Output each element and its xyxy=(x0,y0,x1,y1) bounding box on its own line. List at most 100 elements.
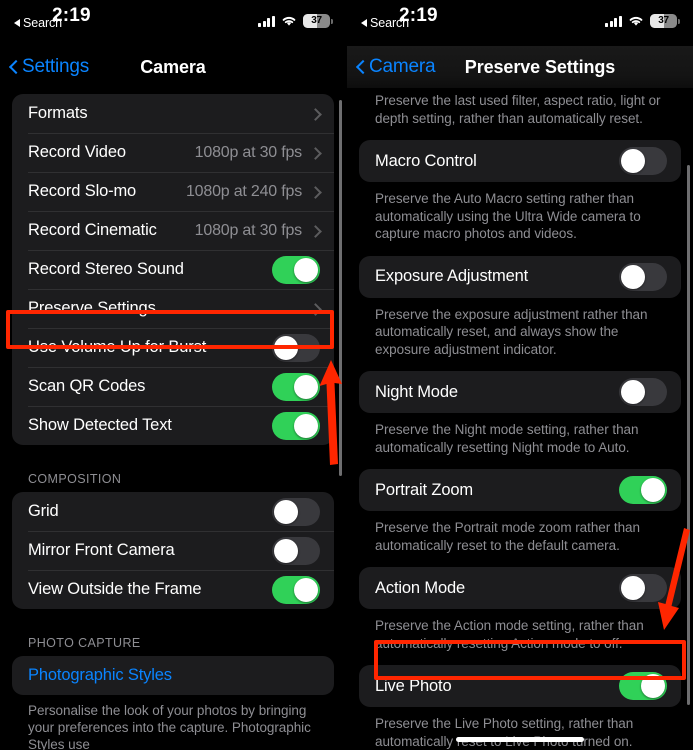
wifi-icon xyxy=(281,15,297,27)
row-label: Photographic Styles xyxy=(28,666,172,684)
back-button-label: Settings xyxy=(22,56,90,77)
row-label: Formats xyxy=(28,104,88,122)
chevron-right-icon xyxy=(311,146,320,160)
row-view-outside-the-frame[interactable]: View Outside the Frame xyxy=(12,570,334,609)
scrollbar-right[interactable] xyxy=(687,165,690,705)
photo-capture-footnote: Personalise the look of your photos by b… xyxy=(28,703,311,750)
row-label: Preserve Settings xyxy=(28,299,156,317)
toggle-knob xyxy=(641,478,665,502)
battery-icon: 37 xyxy=(303,14,334,28)
row-record-video[interactable]: Record Video 1080p at 30 fps xyxy=(12,133,334,172)
row-label: Record Stereo Sound xyxy=(28,260,184,278)
toggle-exposure-adjustment[interactable] xyxy=(619,262,667,291)
scrollbar-left[interactable] xyxy=(339,100,342,476)
status-bar-left: Search 2:19 37 xyxy=(0,0,346,46)
chevron-right-icon xyxy=(311,185,320,199)
row-label: Night Mode xyxy=(375,382,458,401)
row-label: Use Volume Up for Burst xyxy=(28,338,207,356)
toggle-grid[interactable] xyxy=(272,497,320,526)
row-scan-qr-codes[interactable]: Scan QR Codes xyxy=(12,367,334,406)
row-label: Record Video xyxy=(28,143,126,161)
row-label: Live Photo xyxy=(375,676,452,695)
description-live-photo: Preserve the Live Photo setting, rather … xyxy=(375,716,634,749)
panel-divider xyxy=(346,0,347,750)
row-mirror-front-camera[interactable]: Mirror Front Camera xyxy=(12,531,334,570)
right-scroll-body[interactable]: Preserve the last used filter, aspect ra… xyxy=(347,88,693,750)
description-portrait-zoom: Preserve the Portrait mode zoom rather t… xyxy=(375,520,640,553)
description-macro-control: Preserve the Auto Macro setting rather t… xyxy=(375,191,641,241)
row-photographic-styles[interactable]: Photographic Styles xyxy=(12,656,334,695)
toggle-portrait-zoom[interactable] xyxy=(619,476,667,504)
group-live-photo: Live Photo xyxy=(359,665,681,707)
row-label: Scan QR Codes xyxy=(28,377,146,395)
back-button-label: Camera xyxy=(369,56,436,77)
description-exposure-adjustment: Preserve the exposure adjustment rather … xyxy=(375,306,648,357)
nav-bar-left: Settings Camera xyxy=(0,46,346,88)
toggle-night-mode[interactable] xyxy=(619,378,667,406)
row-record-stereo-sound[interactable]: Record Stereo Sound xyxy=(12,250,334,289)
row-label: Grid xyxy=(28,502,59,520)
row-formats[interactable]: Formats xyxy=(12,94,334,133)
description-preserve-settings-intro: Preserve the last used filter, aspect ra… xyxy=(375,93,661,126)
row-use-volume-up-for-burst[interactable]: Use Volume Up for Burst xyxy=(12,328,334,367)
home-indicator xyxy=(456,737,584,742)
back-button-settings[interactable]: Settings xyxy=(9,56,89,78)
status-bar-clock: 2:19 xyxy=(52,5,91,26)
toggle-scan-qr-codes[interactable] xyxy=(272,372,320,401)
status-bar-right: Search 2:19 37 xyxy=(347,0,693,46)
row-label: View Outside the Frame xyxy=(28,580,202,598)
toggle-use-volume-up-for-burst[interactable] xyxy=(272,333,320,362)
toggle-action-mode[interactable] xyxy=(619,574,667,602)
row-label: Record Slo-mo xyxy=(28,182,137,200)
row-portrait-zoom[interactable]: Portrait Zoom xyxy=(359,469,681,511)
toggle-knob xyxy=(294,374,318,399)
toggle-live-photo[interactable] xyxy=(619,672,667,700)
group-action-mode: Action Mode xyxy=(359,567,681,609)
row-label: Macro Control xyxy=(375,151,477,170)
row-label: Show Detected Text xyxy=(28,416,172,434)
battery-level-label: 37 xyxy=(658,15,669,26)
group-portrait-zoom: Portrait Zoom xyxy=(359,469,681,511)
toggle-mirror-front-camera[interactable] xyxy=(272,536,320,565)
row-preserve-settings[interactable]: Preserve Settings xyxy=(12,289,334,328)
left-phone-screen: Search 2:19 37 Settings Camera Formats R… xyxy=(0,0,346,750)
wifi-icon xyxy=(628,15,644,27)
row-grid[interactable]: Grid xyxy=(12,492,334,531)
row-live-photo[interactable]: Live Photo xyxy=(359,665,681,707)
signal-bars-icon xyxy=(605,15,622,27)
row-value: 1080p at 30 fps xyxy=(194,143,303,161)
row-label: Action Mode xyxy=(375,578,466,597)
row-value: 1080p at 30 fps xyxy=(194,221,303,239)
row-record-cinematic[interactable]: Record Cinematic 1080p at 30 fps xyxy=(12,211,334,250)
dual-screenshot-comparison: Search 2:19 37 Settings Camera Formats R… xyxy=(0,0,693,750)
row-show-detected-text[interactable]: Show Detected Text xyxy=(12,406,334,445)
description-night-mode: Preserve the Night mode setting, rather … xyxy=(375,422,639,455)
back-button-camera[interactable]: Camera xyxy=(356,56,436,78)
description-action-mode: Preserve the Action mode setting, rather… xyxy=(375,618,644,651)
toggle-view-outside-the-frame[interactable] xyxy=(272,575,320,604)
group-exposure-adjustment: Exposure Adjustment xyxy=(359,255,681,298)
row-action-mode[interactable]: Action Mode xyxy=(359,567,681,609)
toggle-knob xyxy=(621,149,645,173)
toggle-show-detected-text[interactable] xyxy=(272,411,320,440)
row-record-slo-mo[interactable]: Record Slo-mo 1080p at 240 fps xyxy=(12,172,334,211)
toggle-macro-control[interactable] xyxy=(619,147,667,175)
section-header-photo-capture: PHOTO CAPTURE xyxy=(28,636,141,650)
chevron-right-icon xyxy=(311,302,320,316)
battery-level-label: 37 xyxy=(311,15,322,26)
toggle-knob xyxy=(274,538,298,563)
toggle-knob xyxy=(641,674,665,698)
back-triangle-icon xyxy=(361,19,367,27)
toggle-record-stereo-sound[interactable] xyxy=(272,255,320,284)
status-bar-indicators: 37 xyxy=(605,14,681,28)
chevron-left-icon xyxy=(356,58,367,76)
row-macro-control[interactable]: Macro Control xyxy=(359,140,681,182)
left-scroll-body[interactable]: Formats Record Video 1080p at 30 fps Rec… xyxy=(0,88,346,750)
row-night-mode[interactable]: Night Mode xyxy=(359,371,681,413)
toggle-knob xyxy=(294,257,318,282)
group-macro-control: Macro Control xyxy=(359,140,681,182)
composition-group: Grid Mirror Front Camera View Outside th… xyxy=(12,492,334,609)
photo-capture-group: Photographic Styles xyxy=(12,656,334,695)
chevron-right-icon xyxy=(311,224,320,238)
row-exposure-adjustment[interactable]: Exposure Adjustment xyxy=(359,256,681,298)
